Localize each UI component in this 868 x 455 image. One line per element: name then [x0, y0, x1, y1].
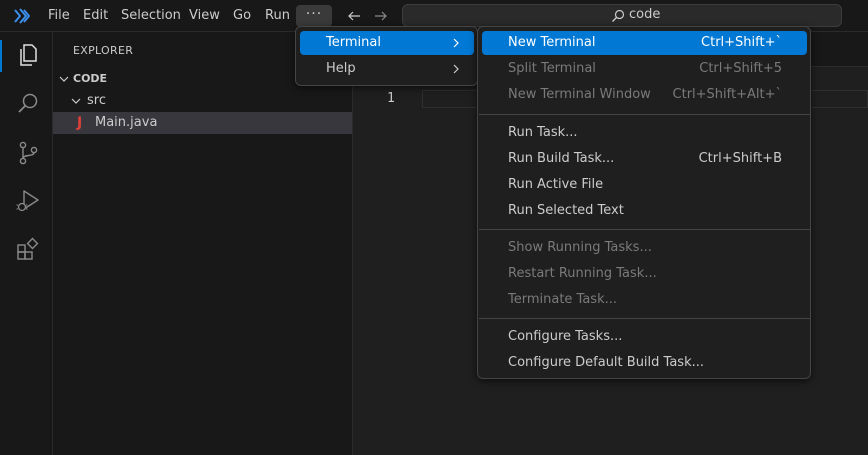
- menu-item-shortcut: Ctrl+Shift+Alt+`: [672, 87, 782, 102]
- menu-item-label: Split Terminal: [508, 61, 596, 76]
- menu-separator: [479, 318, 810, 319]
- menu-item-run-active-file[interactable]: Run Active File: [482, 173, 807, 197]
- menu-item-run-build-task[interactable]: Run Build Task... Ctrl+Shift+B: [482, 147, 807, 171]
- menu-item-new-terminal[interactable]: New Terminal Ctrl+Shift+`: [482, 31, 807, 55]
- chevron-right-icon: [453, 64, 459, 74]
- command-center-search[interactable]: code: [402, 4, 842, 27]
- file-label: Main.java: [95, 115, 158, 130]
- chevron-right-icon: [453, 38, 459, 48]
- menu-item-label: New Terminal: [508, 35, 596, 50]
- chevron-down-icon: [71, 98, 81, 104]
- terminal-menu: New Terminal Ctrl+Shift+` Split Terminal…: [477, 26, 811, 379]
- more-menus-button[interactable]: ···: [296, 5, 332, 27]
- explorer-title: EXPLORER: [73, 44, 134, 57]
- menu-item-label: Configure Tasks...: [508, 329, 623, 344]
- menu-item-label: New Terminal Window: [508, 87, 651, 102]
- menu-item-shortcut: Ctrl+Shift+`: [701, 35, 782, 50]
- menu-item-terminate-task: Terminate Task...: [482, 288, 807, 312]
- menu-separator: [479, 229, 810, 230]
- menu-item-label: Run Task...: [508, 125, 578, 140]
- menu-item-label: Run Active File: [508, 177, 604, 192]
- menu-item-configure-default-build-task[interactable]: Configure Default Build Task...: [482, 351, 807, 375]
- extensions-icon[interactable]: [15, 237, 41, 263]
- back-arrow-icon[interactable]: [346, 8, 362, 24]
- vscode-logo-icon: [14, 8, 30, 24]
- menu-selection[interactable]: Selection: [115, 5, 187, 27]
- menu-item-label: Help: [326, 61, 356, 76]
- menu-item-label: Terminate Task...: [508, 292, 618, 307]
- search-icon: [612, 9, 625, 22]
- root-folder-label: CODE: [73, 72, 108, 85]
- folder-label: src: [87, 93, 106, 108]
- menu-item-show-running-tasks: Show Running Tasks...: [482, 236, 807, 260]
- menu-item-label: Restart Running Task...: [508, 266, 657, 281]
- java-file-icon: J: [77, 115, 83, 131]
- menu-item-label: Configure Default Build Task...: [508, 355, 704, 370]
- menu-edit[interactable]: Edit: [77, 5, 114, 27]
- menu-item-split-terminal: Split Terminal Ctrl+Shift+5: [482, 57, 807, 81]
- active-view-indicator: [0, 40, 2, 72]
- menu-file[interactable]: File: [42, 5, 76, 27]
- menu-item-restart-running-task: Restart Running Task...: [482, 262, 807, 286]
- menu-item-shortcut: Ctrl+Shift+5: [699, 61, 782, 76]
- menu-item-label: Run Selected Text: [508, 203, 624, 218]
- menu-item-run-task[interactable]: Run Task...: [482, 121, 807, 145]
- explorer-icon[interactable]: [15, 42, 41, 68]
- search-view-icon[interactable]: [15, 91, 41, 117]
- menu-item-label: Terminal: [326, 35, 381, 50]
- menu-go[interactable]: Go: [227, 5, 257, 27]
- menu-item-shortcut: Ctrl+Shift+B: [698, 151, 782, 166]
- tree-file-main-java[interactable]: J Main.java: [53, 112, 352, 134]
- command-center-text: code: [629, 7, 661, 22]
- forward-arrow-icon[interactable]: [373, 8, 389, 24]
- overflow-menu: Terminal Help: [295, 26, 478, 86]
- source-control-icon[interactable]: [15, 140, 41, 166]
- menu-separator: [479, 114, 810, 115]
- activity-bar: [0, 32, 53, 455]
- menu-item-new-terminal-window: New Terminal Window Ctrl+Shift+Alt+`: [482, 83, 807, 107]
- menu-item-label: Run Build Task...: [508, 151, 615, 166]
- line-number: 1: [387, 91, 395, 106]
- menu-run[interactable]: Run: [259, 5, 296, 27]
- explorer-sidebar: EXPLORER CODE src J Main.java: [53, 32, 353, 455]
- menu-item-configure-tasks[interactable]: Configure Tasks...: [482, 325, 807, 349]
- tree-folder-src[interactable]: src: [53, 90, 352, 112]
- run-debug-icon[interactable]: [15, 188, 41, 214]
- chevron-down-icon: [59, 76, 69, 82]
- menu-item-run-selected-text[interactable]: Run Selected Text: [482, 199, 807, 223]
- menu-item-help[interactable]: Help: [300, 57, 474, 81]
- menu-item-terminal[interactable]: Terminal: [300, 31, 474, 55]
- menu-item-label: Show Running Tasks...: [508, 240, 652, 255]
- menu-view[interactable]: View: [183, 5, 226, 27]
